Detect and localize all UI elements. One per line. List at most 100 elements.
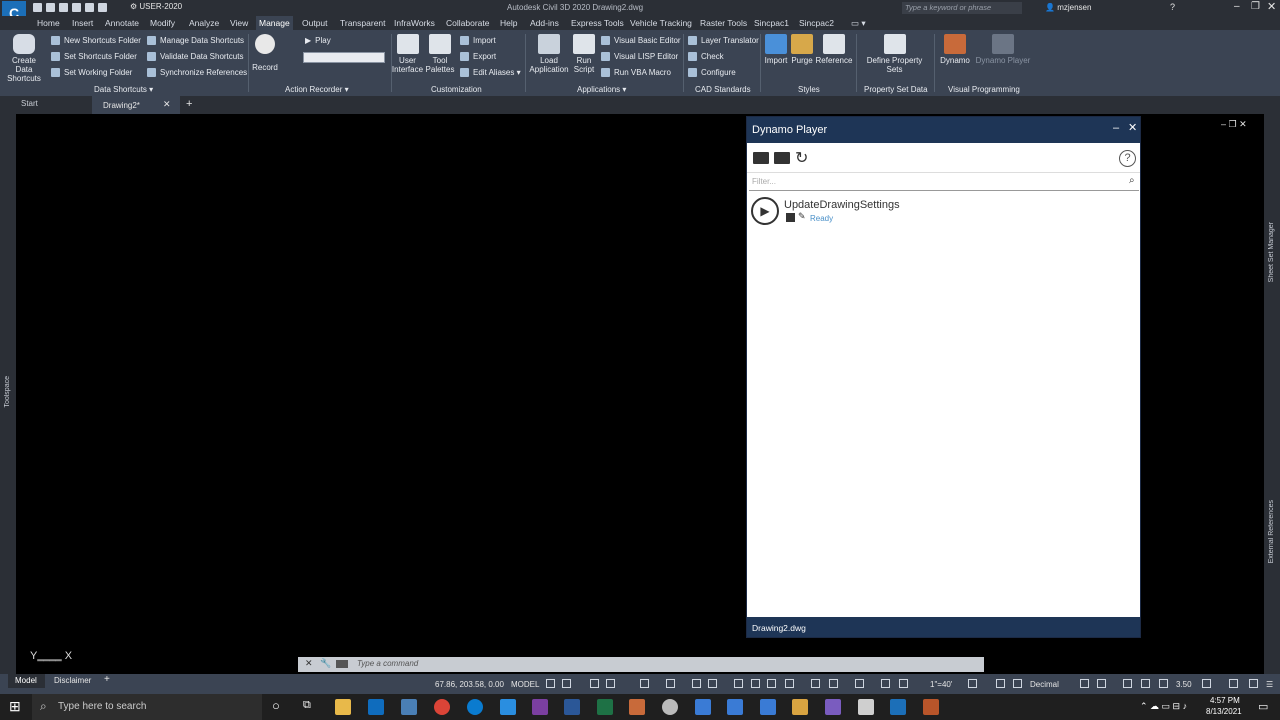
edge-icon[interactable] <box>467 699 483 715</box>
tab-disclaimer[interactable]: Disclaimer <box>54 676 91 685</box>
help-icon[interactable]: ? <box>1170 2 1175 12</box>
gizmo-icon[interactable] <box>829 679 838 688</box>
auto-scale-icon[interactable] <box>881 679 890 688</box>
tab-start[interactable]: Start <box>21 99 38 108</box>
annotation-scale-value[interactable]: 1"=40' <box>930 680 952 689</box>
tab-analyze[interactable]: Analyze <box>189 18 219 28</box>
external-references-label[interactable]: External References <box>1268 500 1275 563</box>
lock-ui-icon[interactable] <box>1097 679 1106 688</box>
minimize-button[interactable]: – <box>1234 1 1240 12</box>
cortana-icon[interactable]: ○ <box>272 698 280 713</box>
grid-icon[interactable] <box>546 679 555 688</box>
styles-import-button[interactable]: Import <box>763 34 789 65</box>
manage-data-shortcuts-button[interactable]: Manage Data Shortcuts <box>147 36 244 45</box>
revit-icon[interactable] <box>760 699 776 715</box>
lineweight-icon[interactable] <box>708 679 717 688</box>
load-application-button[interactable]: Load Application <box>527 34 571 74</box>
redo-icon[interactable] <box>98 3 107 12</box>
dynamo-app-icon[interactable] <box>629 699 645 715</box>
excel-icon[interactable] <box>597 699 613 715</box>
tab-output[interactable]: Output <box>302 18 328 28</box>
coordinates-readout[interactable]: 67.86, 203.58, 0.00 <box>435 680 504 689</box>
script-list-item[interactable]: ▶ UpdateDrawingSettings ✎ Ready <box>747 195 1140 229</box>
tab-home[interactable]: Home <box>37 18 60 28</box>
tab-add-ins[interactable]: Add-ins <box>530 18 559 28</box>
status-value[interactable]: 3.50 <box>1176 680 1192 689</box>
edit-script-icon[interactable]: ✎ <box>798 211 806 222</box>
clean-screen-icon[interactable] <box>1202 679 1211 688</box>
run-vba-macro-button[interactable]: Run VBA Macro <box>601 68 671 77</box>
close-panel-button[interactable]: ✕ <box>1128 121 1137 134</box>
annotation-visibility-icon[interactable] <box>855 679 864 688</box>
customize-icon[interactable]: 🔧 <box>320 658 331 669</box>
new-layout-button[interactable]: + <box>104 674 110 685</box>
tab-drawing2[interactable]: Drawing2* ✕ <box>92 96 180 114</box>
viewport-controls[interactable]: – ❐ ✕ <box>1221 119 1247 130</box>
save-icon[interactable] <box>59 3 68 12</box>
refresh-icon[interactable]: ↻ <box>795 148 808 168</box>
notifications-icon[interactable]: ▭ <box>1258 700 1268 713</box>
app-icon-1[interactable] <box>662 699 678 715</box>
minimize-panel-button[interactable]: – <box>1113 122 1119 134</box>
tab-modify[interactable]: Modify <box>150 18 175 28</box>
todo-icon[interactable] <box>500 699 516 715</box>
infraworks-icon[interactable] <box>727 699 743 715</box>
ribbon-toggle-icon[interactable]: ▭ ▾ <box>851 18 866 29</box>
object-snap-tracking-icon[interactable] <box>666 679 675 688</box>
units-select[interactable]: Decimal <box>1030 680 1059 689</box>
clock-date[interactable]: 8/13/2021 <box>1206 707 1242 716</box>
edit-aliases-button[interactable]: Edit Aliases ▾ <box>460 68 521 77</box>
tab-vehicle-tracking[interactable]: Vehicle Tracking <box>630 18 692 28</box>
full-screen-icon[interactable] <box>1249 679 1258 688</box>
file-explorer-icon[interactable] <box>335 699 351 715</box>
open-folder-icon[interactable] <box>753 152 769 164</box>
3d-osnap-icon[interactable] <box>767 679 776 688</box>
new-tab-button[interactable]: + <box>186 98 192 110</box>
play-button[interactable]: ▶ Play <box>305 36 331 45</box>
create-data-shortcuts-button[interactable]: Create Data Shortcuts <box>3 34 45 83</box>
dynamo-button[interactable]: Dynamo <box>938 34 972 65</box>
graphics-performance-icon[interactable] <box>1159 679 1168 688</box>
selection-cycling-icon[interactable] <box>751 679 760 688</box>
tab-transparent[interactable]: Transparent <box>340 18 386 28</box>
command-input[interactable]: Type a command <box>357 659 418 668</box>
workspace-select[interactable]: ⚙ USER-2020 <box>130 2 245 11</box>
recent-commands-icon[interactable] <box>336 660 348 668</box>
chrome-icon[interactable] <box>434 699 450 715</box>
sheet-set-manager-label[interactable]: Sheet Set Manager <box>1268 222 1275 282</box>
app-icon-2[interactable] <box>792 699 808 715</box>
run-script-button[interactable]: Run Script <box>571 34 597 74</box>
open-icon[interactable] <box>46 3 55 12</box>
new-icon[interactable] <box>33 3 42 12</box>
styles-purge-button[interactable]: Purge <box>789 34 815 65</box>
saveas-icon[interactable] <box>72 3 81 12</box>
clock-time[interactable]: 4:57 PM <box>1210 696 1240 705</box>
group-label-action-recorder[interactable]: Action Recorder ▾ <box>285 85 349 94</box>
export-cui-button[interactable]: Export <box>460 52 496 61</box>
tab-help[interactable]: Help <box>500 18 517 28</box>
outlook-icon[interactable] <box>368 699 384 715</box>
tab-insert[interactable]: Insert <box>72 18 93 28</box>
validate-data-shortcuts-button[interactable]: Validate Data Shortcuts <box>147 52 243 61</box>
snap-icon[interactable] <box>562 679 571 688</box>
hardware-acceleration-icon[interactable] <box>1141 679 1150 688</box>
record-button[interactable]: Record <box>251 34 279 72</box>
annotation-scale-icon[interactable] <box>899 679 908 688</box>
annotation-monitor-icon[interactable] <box>996 679 1005 688</box>
selection-filter-icon[interactable] <box>811 679 820 688</box>
tab-sincpac2[interactable]: Sincpac2 <box>799 18 834 28</box>
browse-folder-icon[interactable] <box>774 152 790 164</box>
group-label-data-shortcuts[interactable]: Data Shortcuts ▾ <box>94 85 153 94</box>
settings-app-icon[interactable] <box>401 699 417 715</box>
osnap-icon[interactable] <box>692 679 701 688</box>
tool-palettes-button[interactable]: Tool Palettes <box>424 34 456 74</box>
tab-model[interactable]: Model <box>8 674 45 688</box>
tab-annotate[interactable]: Annotate <box>105 18 139 28</box>
check-standards-button[interactable]: Check <box>688 52 724 61</box>
tab-infraworks[interactable]: InfraWorks <box>394 18 435 28</box>
tab-express-tools[interactable]: Express Tools <box>571 18 624 28</box>
app-icon-4[interactable] <box>923 699 939 715</box>
script-settings-icon[interactable] <box>786 213 795 222</box>
set-shortcuts-folder-button[interactable]: Set Shortcuts Folder <box>51 52 137 61</box>
windows-start-icon[interactable]: ⊞ <box>9 698 21 715</box>
